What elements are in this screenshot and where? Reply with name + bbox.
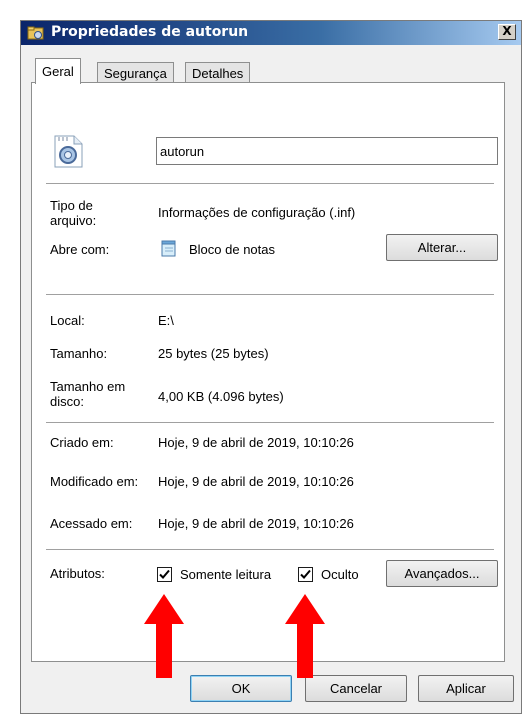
general-tab-panel: autorun Tipo de arquivo: Informações de … (31, 82, 505, 678)
properties-dialog: Propriedades de autorun X Geral Seguranç… (20, 20, 522, 714)
separator (46, 549, 494, 551)
created-value: Hoje, 9 de abril de 2019, 10:10:26 (158, 435, 354, 450)
opens-with-label: Abre com: (50, 242, 110, 257)
size-value: 25 bytes (25 bytes) (158, 346, 269, 361)
modified-value: Hoje, 9 de abril de 2019, 10:10:26 (158, 474, 354, 489)
accessed-label: Acessado em: (50, 516, 133, 531)
settings-file-icon (52, 133, 86, 172)
size-label: Tamanho: (50, 346, 108, 361)
readonly-checkbox[interactable] (157, 567, 172, 582)
file-type-label: Tipo de arquivo: (50, 198, 97, 228)
modified-label: Modificado em: (50, 474, 139, 489)
red-arrow-annotation-hidden (285, 594, 325, 681)
separator (46, 422, 494, 424)
tab-seguranca[interactable]: Segurança (97, 62, 174, 84)
separator (46, 294, 494, 296)
apply-button[interactable]: Aplicar (418, 675, 514, 702)
readonly-label[interactable]: Somente leitura (180, 567, 271, 582)
ok-button[interactable]: OK (190, 675, 292, 702)
hidden-checkbox[interactable] (298, 567, 313, 582)
attributes-label: Atributos: (50, 566, 105, 581)
created-label: Criado em: (50, 435, 114, 450)
title-bar[interactable]: Propriedades de autorun X (21, 21, 521, 45)
separator (46, 183, 494, 185)
location-label: Local: (50, 313, 85, 328)
notepad-icon (160, 239, 178, 260)
size-on-disk-label: Tamanho em disco: (50, 379, 126, 409)
location-value: E:\ (158, 313, 174, 328)
file-type-value: Informações de configuração (.inf) (158, 205, 356, 220)
hidden-label[interactable]: Oculto (321, 567, 359, 582)
change-button[interactable]: Alterar... (386, 234, 498, 261)
red-arrow-annotation-readonly (144, 594, 184, 681)
window-title: Propriedades de autorun (51, 24, 249, 40)
tab-detalhes[interactable]: Detalhes (185, 62, 251, 84)
size-on-disk-value: 4,00 KB (4.096 bytes) (158, 389, 284, 404)
advanced-button[interactable]: Avançados... (386, 560, 498, 587)
filename-input[interactable]: autorun (156, 137, 498, 165)
accessed-value: Hoje, 9 de abril de 2019, 10:10:26 (158, 516, 354, 531)
checkmark-icon (159, 569, 170, 579)
close-button[interactable]: X (498, 24, 516, 40)
opens-with-value: Bloco de notas (189, 242, 276, 257)
tab-geral[interactable]: Geral (35, 58, 81, 84)
checkmark-icon (300, 569, 311, 579)
folder-settings-icon (27, 25, 45, 44)
